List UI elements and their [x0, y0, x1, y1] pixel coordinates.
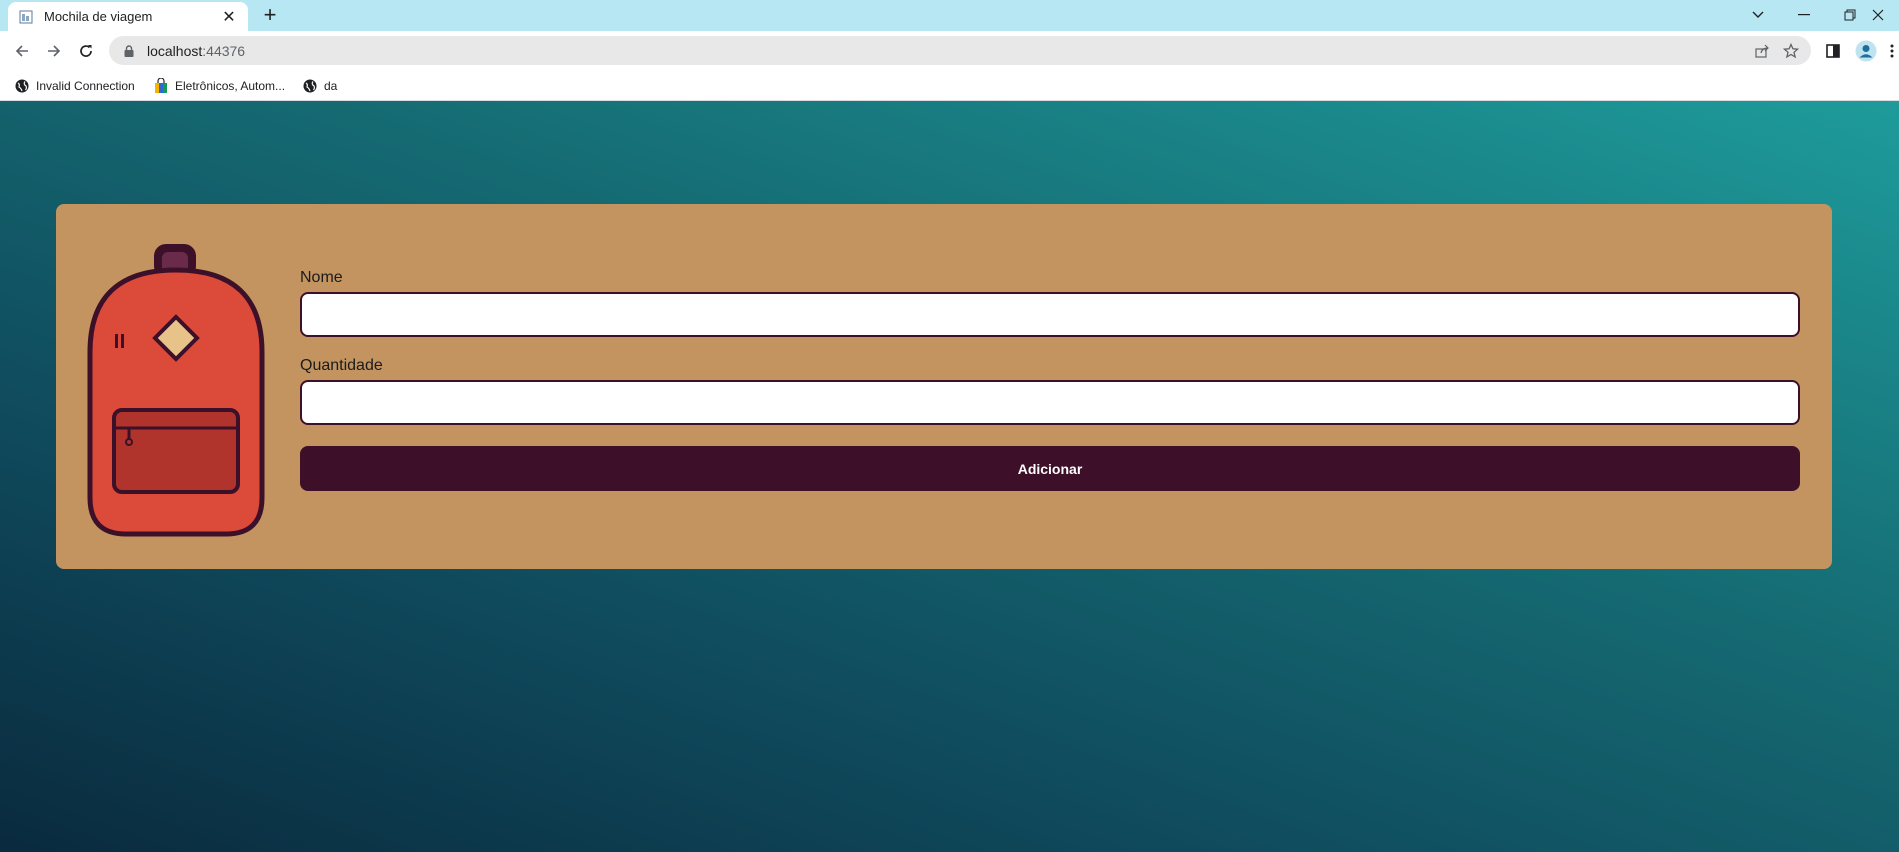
add-button[interactable]: Adicionar: [300, 446, 1800, 491]
reload-icon[interactable]: [72, 37, 100, 65]
bookmark-label: da: [324, 79, 338, 93]
form-card: Nome Quantidade Adicionar: [56, 204, 1832, 569]
close-tab-icon[interactable]: ✕: [220, 7, 238, 27]
new-tab-button[interactable]: +: [258, 4, 282, 28]
bookmark-label: Eletrônicos, Autom...: [175, 79, 286, 93]
page-favicon-icon: [18, 9, 34, 25]
url-port: :44376: [202, 42, 246, 59]
bookmark-label: Invalid Connection: [36, 79, 135, 93]
restore-icon[interactable]: [1830, 2, 1870, 28]
menu-kebab-icon[interactable]: [1885, 37, 1899, 65]
globe-icon: [302, 78, 318, 94]
url-text: localhost:44376: [147, 43, 245, 59]
bookmarks-bar: Invalid Connection Eletrônicos, Autom...…: [0, 71, 1899, 101]
bookmark-item[interactable]: Eletrônicos, Autom...: [153, 77, 285, 95]
name-label: Nome: [300, 269, 343, 286]
quantity-input[interactable]: [300, 380, 1800, 425]
shopping-bag-icon: [153, 78, 169, 94]
side-panel-icon[interactable]: [1819, 37, 1847, 65]
lock-icon[interactable]: [121, 43, 137, 59]
name-input[interactable]: [300, 292, 1800, 337]
bookmark-item[interactable]: Invalid Connection: [14, 77, 135, 95]
quantity-label: Quantidade: [300, 357, 383, 374]
browser-toolbar: localhost:44376: [0, 31, 1899, 71]
address-bar[interactable]: localhost:44376: [109, 36, 1811, 65]
share-icon[interactable]: [1753, 42, 1773, 60]
back-icon[interactable]: [8, 37, 36, 65]
backpack-illustration-icon: [87, 244, 265, 537]
page-background: Nome Quantidade Adicionar: [0, 101, 1899, 852]
globe-icon: [14, 78, 30, 94]
bookmark-item[interactable]: da: [302, 77, 337, 95]
browser-tab[interactable]: Mochila de viagem ✕: [8, 2, 248, 31]
forward-icon[interactable]: [40, 37, 68, 65]
item-form: Nome Quantidade Adicionar: [300, 268, 1800, 491]
close-window-icon[interactable]: [1872, 2, 1899, 28]
tab-strip: Mochila de viagem ✕ +: [0, 0, 1899, 31]
url-host: localhost: [147, 42, 203, 59]
minimize-icon[interactable]: [1784, 2, 1824, 28]
bookmark-star-icon[interactable]: [1781, 42, 1801, 60]
tab-search-dropdown-icon[interactable]: [1738, 2, 1778, 28]
tab-title: Mochila de viagem: [44, 9, 153, 24]
profile-avatar-icon[interactable]: [1852, 37, 1880, 65]
